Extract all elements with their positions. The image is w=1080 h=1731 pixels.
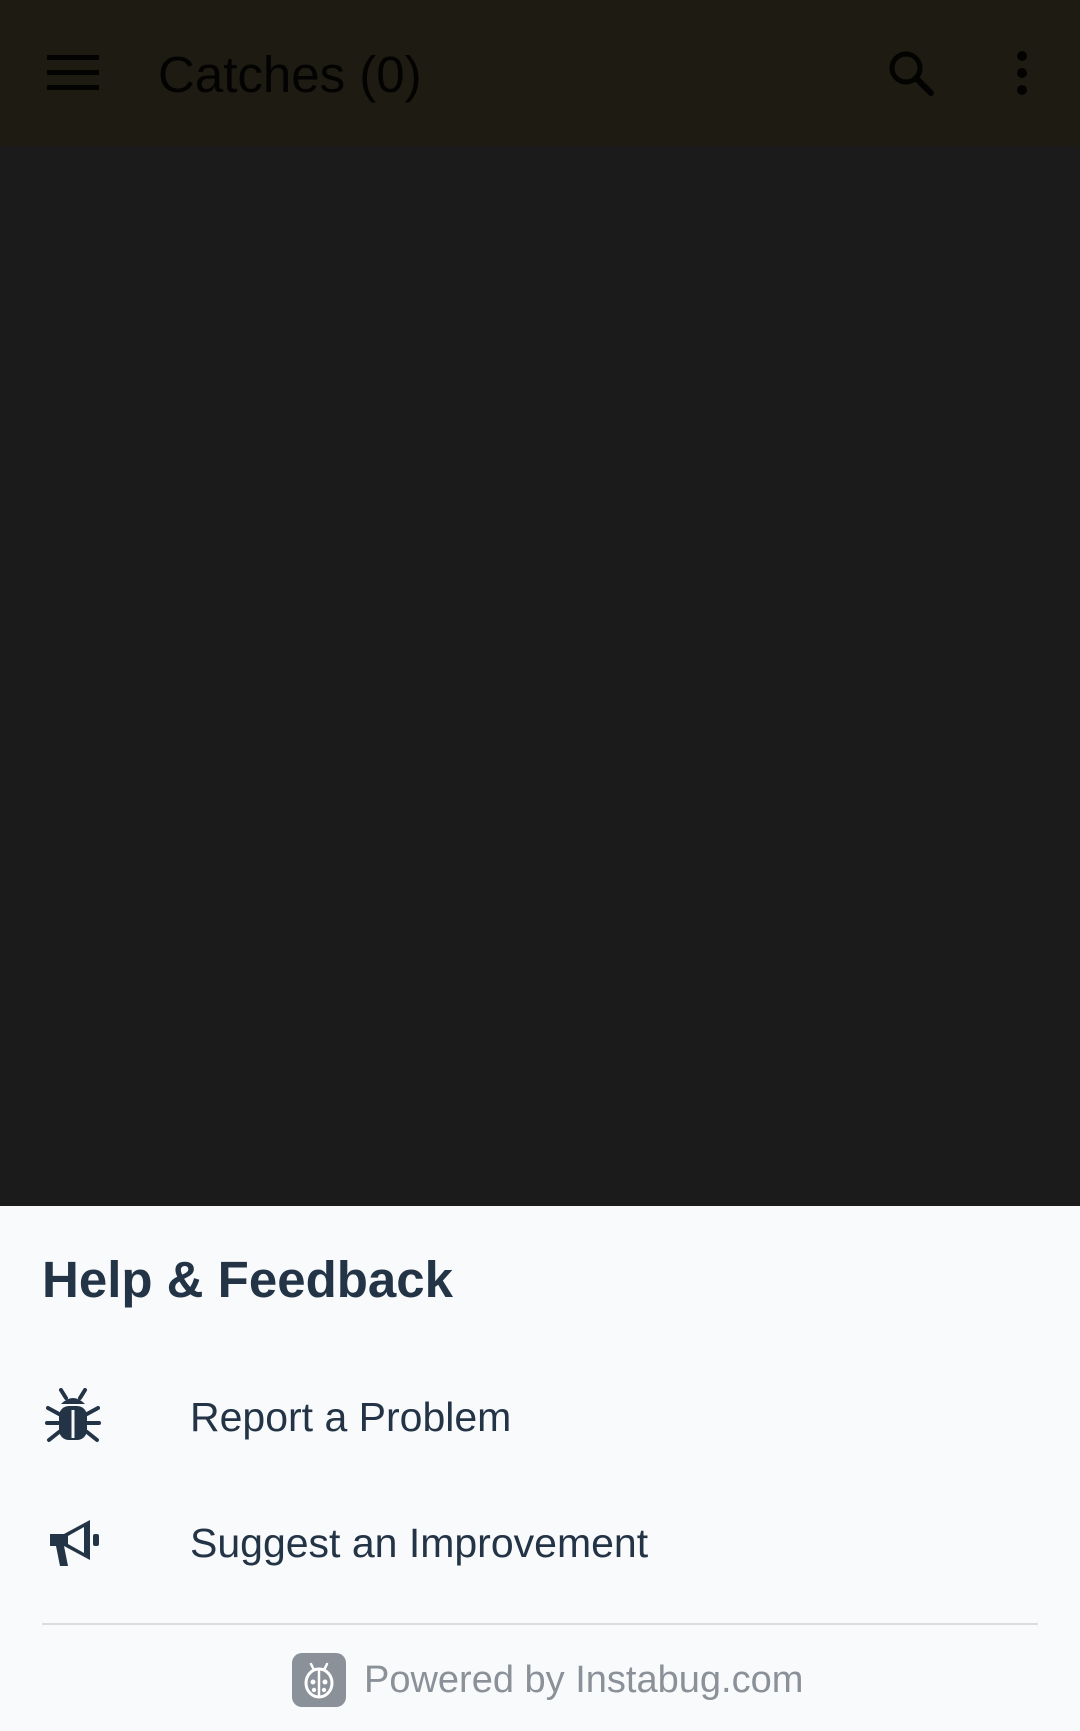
app-bar: Catches (0) (0, 0, 1080, 146)
powered-by-text: Powered by Instabug.com (364, 1659, 804, 1701)
report-problem-label: Report a Problem (190, 1394, 512, 1440)
report-problem-option[interactable]: Report a Problem (0, 1357, 1080, 1477)
megaphone-icon (42, 1512, 104, 1574)
more-vert-icon[interactable] (986, 37, 1058, 109)
divider (42, 1623, 1038, 1625)
suggest-improvement-option[interactable]: Suggest an Improvement (0, 1483, 1080, 1603)
page-title: Catches (0) (158, 46, 422, 103)
powered-by-link[interactable]: Powered by Instabug.com (292, 1652, 803, 1708)
search-icon[interactable] (875, 37, 947, 109)
bug-icon (42, 1386, 104, 1448)
hamburger-menu-icon[interactable] (37, 37, 109, 109)
sheet-title: Help & Feedback (42, 1251, 453, 1308)
scrim-overlay[interactable] (0, 146, 1080, 1206)
instabug-logo-icon (292, 1653, 346, 1707)
suggest-improvement-label: Suggest an Improvement (190, 1520, 649, 1566)
